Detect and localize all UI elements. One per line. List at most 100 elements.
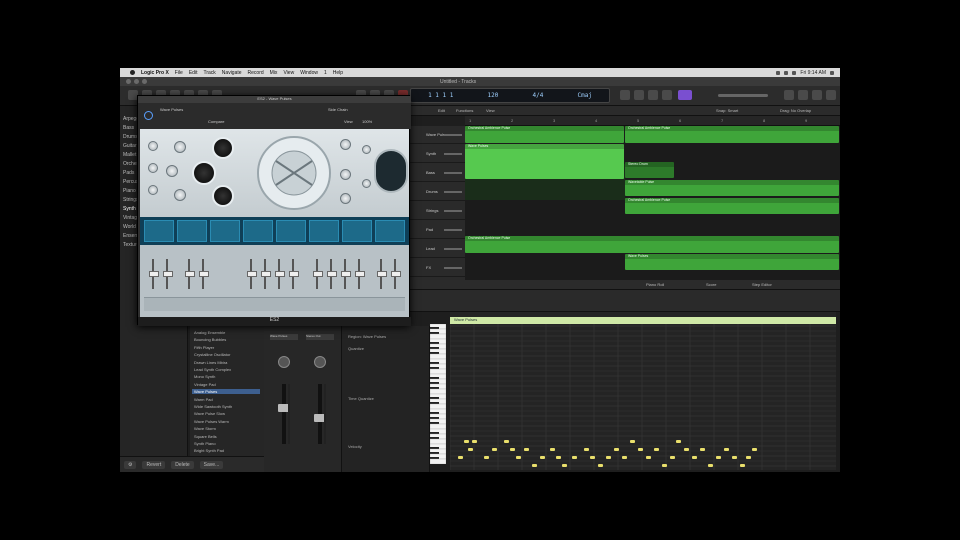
envelope-slider[interactable] [275, 259, 285, 289]
osc-3-frequency-knob[interactable] [212, 185, 234, 207]
spotlight-icon[interactable] [830, 70, 834, 75]
midi-note[interactable] [562, 464, 567, 467]
snap-menu[interactable]: Snap: Smart [716, 108, 738, 113]
arrange-region[interactable]: Stereo Drum [625, 162, 674, 178]
metronome-button[interactable] [678, 90, 692, 100]
menu-edit[interactable]: Edit [189, 70, 198, 76]
midi-note[interactable] [654, 448, 659, 451]
channel-strip-name[interactable]: Wave Pulses [270, 334, 298, 340]
mod-router-slot[interactable] [309, 220, 339, 242]
midi-note[interactable] [692, 456, 697, 459]
midi-note[interactable] [458, 456, 463, 459]
track-header[interactable]: Drums [410, 183, 465, 201]
library-preset-item[interactable]: Vintage Pad [194, 382, 216, 387]
library-category[interactable]: Mallet [123, 152, 136, 158]
velocity-label[interactable]: Velocity [348, 444, 362, 449]
midi-note[interactable] [676, 440, 681, 443]
track-name[interactable]: Lead [426, 246, 435, 251]
mod-router-slot[interactable] [210, 220, 240, 242]
piano-roll-grid[interactable]: Wave Pulses [450, 312, 836, 470]
midi-note[interactable] [670, 456, 675, 459]
drag-menu[interactable]: Drag: No Overlap [780, 108, 811, 113]
track-volume-slider[interactable] [444, 210, 462, 212]
envelope-slider[interactable] [289, 259, 299, 289]
minimize-window-button[interactable] [134, 79, 139, 84]
arrange-region[interactable]: Orchestral Ambience Pulse [465, 126, 624, 143]
tab-piano-roll[interactable]: Piano Roll [646, 282, 664, 287]
tab-step-editor[interactable]: Step Editor [752, 282, 772, 287]
quantize-label[interactable]: Quantize [348, 346, 364, 351]
osc-1-knob[interactable] [174, 141, 186, 153]
master-volume-slider[interactable] [718, 94, 768, 97]
wifi-icon[interactable] [784, 70, 789, 75]
envelope-slider[interactable] [247, 259, 257, 289]
notepad-button[interactable] [798, 90, 808, 100]
arrange-region[interactable]: Orchestral Ambience Pulse [625, 198, 839, 214]
track-volume-slider[interactable] [444, 191, 462, 193]
library-preset-item[interactable]: Wave Pulse Slow [194, 411, 225, 416]
compare-button[interactable]: Compare [208, 119, 224, 124]
midi-note[interactable] [724, 448, 729, 451]
volume-icon[interactable] [792, 70, 797, 75]
arrange-region[interactable]: Wave Pulses [625, 254, 839, 270]
mod-router-slot[interactable] [342, 220, 372, 242]
lcd-signature[interactable]: 4/4 [532, 92, 543, 99]
midi-note[interactable] [662, 464, 667, 467]
pan-knob[interactable] [314, 356, 326, 368]
midi-note[interactable] [464, 440, 469, 443]
envelope-slider[interactable] [327, 259, 337, 289]
library-preset-item[interactable]: Bright Synth Pad [194, 448, 224, 453]
arrange-region[interactable]: Orchestral Ambience Pulse [625, 126, 839, 143]
tracks-view-menu[interactable]: View [486, 108, 495, 113]
osc-1-frequency-knob[interactable] [212, 137, 234, 159]
track-header[interactable]: Bass [410, 164, 465, 182]
track-volume-slider[interactable] [444, 229, 462, 231]
arrange-region[interactable]: Wavetable Pulse [625, 180, 839, 196]
envelope-slider[interactable] [261, 259, 271, 289]
filter-knob[interactable] [340, 169, 351, 180]
library-preset-item[interactable]: Bouncing Bubbles [194, 337, 226, 342]
arrange-region[interactable]: Wave Pulses [465, 144, 624, 179]
envelope-slider[interactable] [355, 259, 365, 289]
volume-fader[interactable] [282, 384, 286, 444]
library-preset-item[interactable]: Warm Pad [194, 397, 213, 402]
white-key[interactable] [429, 438, 447, 445]
plugin-power-icon[interactable] [144, 111, 153, 120]
midi-note[interactable] [700, 448, 705, 451]
menu-file[interactable]: File [175, 70, 183, 76]
track-volume-slider[interactable] [444, 134, 462, 136]
lcd-display[interactable]: 1 1 1 1 120 4/4 Cmaj [410, 88, 610, 103]
library-preset-item[interactable]: Lead Synth Complex [194, 367, 231, 372]
mod-router-slot[interactable] [375, 220, 405, 242]
track-header[interactable]: Pad [410, 221, 465, 239]
midi-note[interactable] [540, 456, 545, 459]
midi-note[interactable] [556, 456, 561, 459]
library-gear-icon[interactable]: ⚙ [124, 460, 137, 469]
midi-note[interactable] [606, 456, 611, 459]
arrange-area[interactable]: Orchestral Ambience Pulse Orchestral Ambi… [465, 126, 840, 280]
zoom-window-button[interactable] [142, 79, 147, 84]
track-name[interactable]: Pad [426, 227, 433, 232]
library-preset-item[interactable]: Analog Ensemble [194, 330, 225, 335]
midi-note[interactable] [590, 456, 595, 459]
lcd-tempo[interactable]: 120 [488, 92, 499, 99]
osc-knob[interactable] [148, 185, 158, 195]
channel-strip-name[interactable]: Stereo Out [306, 334, 334, 340]
library-preset-item[interactable]: Synth Piano [194, 441, 216, 446]
white-key[interactable] [429, 423, 447, 430]
lfo-slider[interactable] [199, 259, 209, 289]
white-key[interactable] [429, 353, 447, 360]
tuner-button[interactable] [648, 90, 658, 100]
library-preset-item[interactable]: Drawn Lines Mbira [194, 360, 227, 365]
time-quantize-label[interactable]: Time Quantize [348, 396, 374, 401]
tracks-functions-menu[interactable]: Functions [456, 108, 473, 113]
library-preset-item[interactable]: Square Bells [194, 434, 217, 439]
revert-button[interactable]: Revert [142, 460, 166, 469]
track-volume-slider[interactable] [444, 267, 462, 269]
amp-knob[interactable] [362, 145, 371, 154]
lfo-slider[interactable] [163, 259, 173, 289]
menu-help[interactable]: Help [333, 70, 343, 76]
library-preset-item[interactable]: Wave Pulses [192, 389, 260, 395]
library-preset-item[interactable]: Wave Pulses Warm [194, 419, 229, 424]
midi-note[interactable] [468, 448, 473, 451]
